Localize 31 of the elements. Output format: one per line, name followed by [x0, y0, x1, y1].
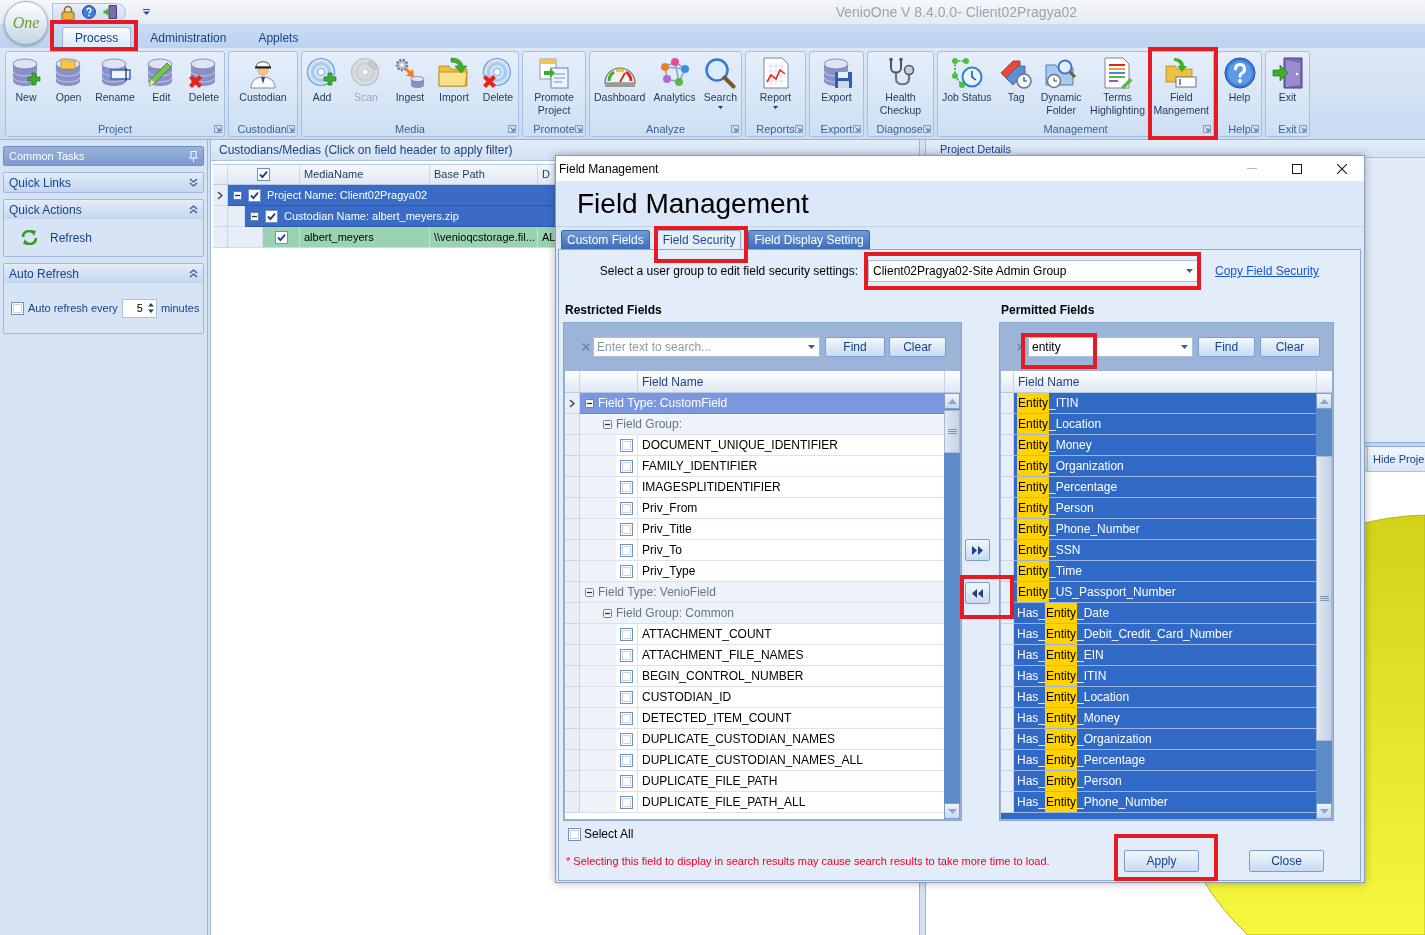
auto-refresh-label: Auto refresh every [28, 300, 118, 316]
user-group-label: Select a user group to edit field security settings: [599, 263, 858, 280]
group-label: Exit [1278, 122, 1297, 136]
group-label: Diagnose [876, 122, 923, 136]
table-cell: \\venioqcstorage.fil... [430, 227, 538, 248]
group-label: Reports [756, 122, 795, 136]
select-all-label: Select All [584, 826, 634, 843]
group-row-label: Custodian Name: albert_meyers.zip [284, 208, 459, 224]
tree-group-label: Field Type: VenioField [598, 584, 716, 601]
table-cell: albert_meyers [300, 227, 430, 248]
group-label: Promote [533, 122, 575, 136]
tree-group-label: Field Group: Common [616, 605, 735, 622]
tree-group-label: Field Group: [616, 416, 683, 433]
dialog-title: Field Management [559, 160, 659, 178]
pane-title: Common Tasks [9, 148, 85, 164]
panel-title: Custodians/Medias (Click on field header to apply filter) [219, 142, 513, 159]
tree-group-label: Field Type: CustomField [598, 395, 728, 412]
window-title: VenioOne V 8.4.0.0- Client02Pragya02 [835, 2, 1077, 22]
group-label: Media [395, 122, 425, 136]
group-label: Help [1228, 122, 1251, 136]
group-label: Project [97, 122, 133, 136]
minutes-label: minutes [160, 300, 200, 316]
group-label: Custodian [237, 122, 287, 136]
group-label: Management [1043, 122, 1108, 136]
group-label: Export [820, 122, 853, 136]
group-label: Analyze [645, 122, 686, 136]
section-title: Restricted Fields [565, 303, 662, 317]
group-row-label: Project Name: Client02Pragya02 [267, 187, 428, 203]
warning-note: * Selecting this field to display in search results may cause search results to take more time to load. [566, 854, 1050, 867]
section-title: Permitted Fields [1001, 302, 1095, 319]
panel-title: Project Details [940, 142, 1011, 155]
